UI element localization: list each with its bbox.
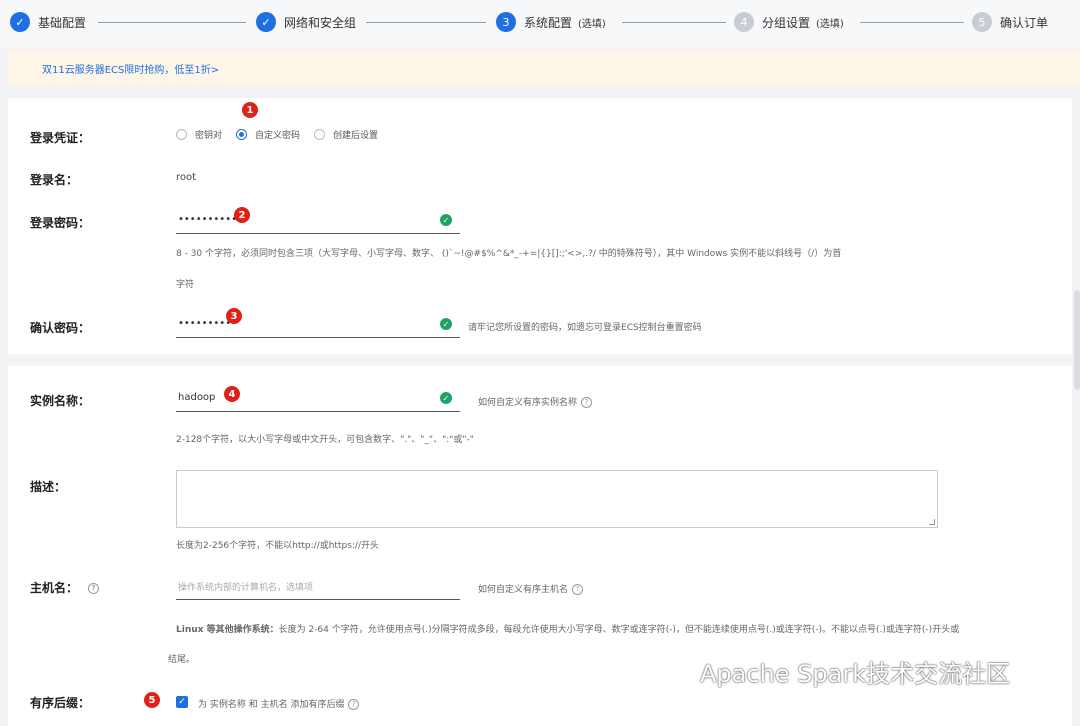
- radio-label: 创建后设置: [333, 131, 379, 141]
- annotation-badge-4: 4: [224, 386, 240, 402]
- check-circle-icon: ✓: [440, 392, 452, 404]
- radio-set-later[interactable]: 创建后设置: [314, 128, 378, 141]
- instance-name-hint: 2-128个字符，以大小写字母或中文开头，可包含数字、"."、"_"、":"或"…: [176, 435, 474, 445]
- help-link-text: 如何自定义有序实例名称: [478, 398, 578, 408]
- step-label: 基础配置: [38, 15, 87, 30]
- radio-label: 自定义密码: [255, 131, 301, 141]
- ordered-suffix-text-wrap: 为 实例名称 和 主机名 添加有序后缀?: [198, 697, 360, 710]
- watermark: Apache Spark技术交流社区: [652, 654, 1010, 689]
- step-group-settings[interactable]: 4 分组设置 (选填): [734, 12, 844, 32]
- step-number: 3: [496, 12, 516, 32]
- password-hint: 8 - 30 个字符，必须同时包含三项（大写字母、小写字母、数字、 ()`~!@…: [176, 249, 842, 259]
- step-network-security[interactable]: ✓ 网络和安全组: [256, 12, 356, 32]
- promo-link[interactable]: 双11云服务器ECS限时抢购，低至1折>: [42, 61, 219, 76]
- radio-custom-password[interactable]: 自定义密码: [236, 128, 300, 141]
- resize-grip-icon[interactable]: [929, 519, 935, 525]
- step-connector: [622, 22, 726, 23]
- annotation-badge-2: 2: [234, 207, 250, 223]
- description-textarea[interactable]: [176, 470, 938, 528]
- password-value: ••••••••••: [178, 214, 237, 225]
- step-system-config[interactable]: 3 系统配置 (选填): [496, 12, 606, 32]
- password-field[interactable]: •••••••••• ✓: [176, 206, 460, 234]
- watermark-text: Apache Spark技术交流社区: [700, 660, 1011, 688]
- question-icon[interactable]: ?: [572, 584, 584, 595]
- credential-label: 登录凭证：: [30, 131, 91, 145]
- annotation-badge-3: 3: [226, 308, 242, 324]
- check-icon: ✓: [256, 12, 276, 32]
- question-icon[interactable]: ?: [581, 397, 593, 408]
- step-connector: [98, 22, 246, 23]
- step-label: 网络和安全组: [284, 15, 357, 30]
- confirm-password-hint: 请牢记您所设置的密码，如遗忘可登录ECS控制台重置密码: [468, 323, 702, 333]
- ordered-suffix-text: 为 实例名称 和 主机名 添加有序后缀: [198, 700, 345, 710]
- hostname-hint-text: 长度为 2-64 个字符，允许使用点号(.)分隔字符成多段，每段允许使用大小写字…: [278, 625, 960, 635]
- question-icon[interactable]: ?: [348, 699, 360, 710]
- wizard-stepper: ✓ 基础配置 ✓ 网络和安全组 3 系统配置 (选填) 4 分组设置 (选填) …: [0, 0, 1080, 48]
- username-value: root: [176, 172, 197, 183]
- step-optional-tag: (选填): [816, 18, 844, 30]
- step-number: 5: [972, 12, 992, 32]
- hostname-label: 主机名：: [30, 581, 79, 595]
- credential-radio-group: 密钥对 自定义密码 创建后设置: [176, 128, 392, 141]
- radio-label: 密钥对: [195, 131, 223, 141]
- hostname-hint-os: Linux 等其他操作系统：: [176, 625, 279, 635]
- radio-circle[interactable]: [236, 129, 248, 140]
- instance-name-value: hadoop: [178, 392, 216, 403]
- wechat-icon: [653, 658, 690, 684]
- password-hint-continued: 字符: [176, 280, 195, 290]
- check-circle-icon: ✓: [440, 214, 452, 226]
- hostname-help-link[interactable]: 如何自定义有序主机名?: [478, 582, 584, 595]
- login-credentials-panel: 1 登录凭证： 密钥对 自定义密码 创建后设置 登录名： root 登录密码： …: [8, 98, 1072, 354]
- step-label: 分组设置: [762, 15, 811, 30]
- help-link-text: 如何自定义有序主机名: [478, 585, 569, 595]
- hostname-hint-continued: 结尾。: [168, 655, 196, 665]
- confirm-password-field[interactable]: •••••••••• ✓: [176, 310, 460, 338]
- hostname-placeholder: 操作系统内部的计算机名，选填项: [178, 583, 314, 593]
- step-optional-tag: (选填): [578, 18, 606, 30]
- password-label: 登录密码：: [30, 216, 91, 230]
- annotation-badge-1: 1: [242, 102, 258, 118]
- step-basic-config[interactable]: ✓ 基础配置: [10, 12, 86, 32]
- step-confirm-order[interactable]: 5 确认订单: [972, 12, 1048, 32]
- ordered-suffix-label: 有序后缀：: [30, 696, 91, 710]
- annotation-badge-5: 5: [144, 692, 160, 708]
- instance-name-field[interactable]: hadoop ✓: [176, 384, 460, 412]
- instance-name-label: 实例名称：: [30, 394, 91, 408]
- ordered-suffix-checkbox[interactable]: ✓: [176, 696, 188, 708]
- page-scrollbar[interactable]: [1074, 290, 1080, 390]
- step-connector: [860, 22, 964, 23]
- question-icon[interactable]: ?: [88, 583, 100, 594]
- step-number: 4: [734, 12, 754, 32]
- step-connector: [366, 22, 486, 23]
- description-hint: 长度为2-256个字符，不能以http://或https://开头: [176, 541, 379, 551]
- step-label: 确认订单: [1000, 15, 1049, 30]
- step-label: 系统配置: [524, 15, 573, 30]
- check-circle-icon: ✓: [440, 318, 452, 330]
- description-label: 描述：: [30, 480, 67, 494]
- radio-circle[interactable]: [176, 129, 187, 140]
- radio-circle[interactable]: [314, 129, 326, 140]
- check-icon: ✓: [10, 12, 30, 32]
- radio-key-pair[interactable]: 密钥对: [176, 128, 222, 141]
- instance-name-help-link[interactable]: 如何自定义有序实例名称?: [478, 395, 593, 408]
- hostname-label-wrap: 主机名：?: [30, 579, 100, 596]
- promo-banner: 双11云服务器ECS限时抢购，低至1折>: [8, 50, 1080, 86]
- hostname-field[interactable]: 操作系统内部的计算机名，选填项: [176, 572, 460, 600]
- confirm-password-label: 确认密码：: [30, 321, 91, 335]
- hostname-hint: Linux 等其他操作系统：长度为 2-64 个字符，允许使用点号(.)分隔字符…: [176, 622, 1066, 635]
- username-label: 登录名：: [30, 173, 79, 187]
